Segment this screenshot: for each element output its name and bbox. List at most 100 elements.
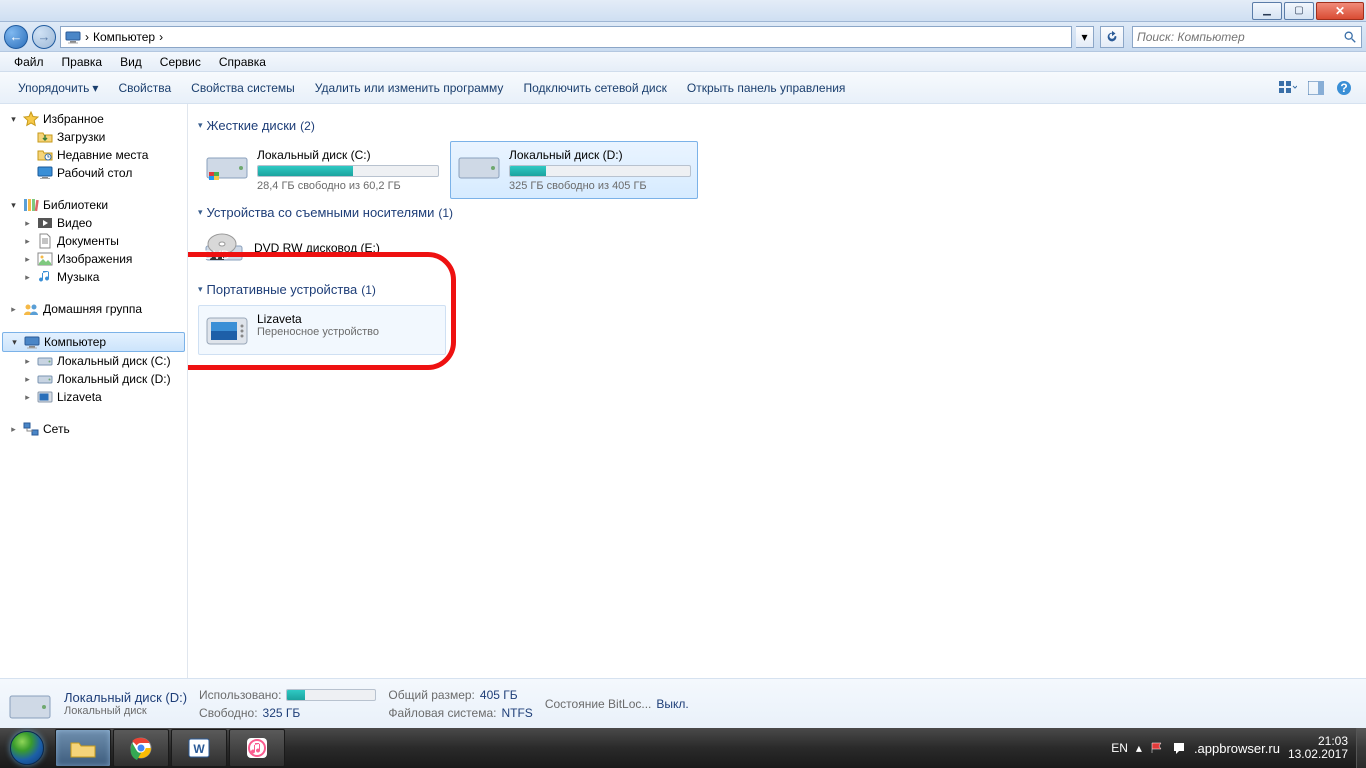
- sidebar-documents[interactable]: ▸Документы: [14, 232, 187, 250]
- maximize-button[interactable]: ▢: [1284, 2, 1314, 20]
- portable-device-icon: [37, 389, 53, 405]
- address-bar[interactable]: › Компьютер ›: [60, 26, 1072, 48]
- preview-pane-button[interactable]: [1302, 76, 1330, 100]
- portable-device-lizaveta[interactable]: Lizaveta Переносное устройство: [198, 305, 446, 355]
- breadcrumb-sep2: ›: [159, 30, 163, 44]
- taskbar: W EN ▴ .appbrowser.ru 21:03 13.02.2017: [0, 728, 1366, 768]
- menu-help[interactable]: Справка: [211, 53, 274, 71]
- star-icon: [23, 111, 39, 127]
- show-desktop-button[interactable]: [1356, 728, 1366, 768]
- sidebar: ▾ Избранное Загрузки Недавние места Рабо…: [0, 104, 188, 678]
- sidebar-music[interactable]: ▸Музыка: [14, 268, 187, 286]
- watermark-text: .appbrowser.ru: [1194, 741, 1280, 756]
- taskbar-word[interactable]: W: [171, 729, 227, 767]
- chevron-right-icon: ▸: [22, 218, 33, 229]
- capacity-bar: [257, 165, 439, 177]
- organize-button[interactable]: Упорядочить ▾: [8, 77, 108, 99]
- close-button[interactable]: ✕: [1316, 2, 1364, 20]
- sidebar-libraries[interactable]: ▾ Библиотеки: [0, 196, 187, 214]
- toolbar: Упорядочить ▾ Свойства Свойства системы …: [0, 72, 1366, 104]
- sidebar-desktop[interactable]: Рабочий стол: [14, 164, 187, 182]
- chevron-right-icon: ▸: [22, 272, 33, 283]
- svg-text:DVD: DVD: [204, 248, 230, 262]
- sidebar-downloads[interactable]: Загрузки: [14, 128, 187, 146]
- sidebar-local-d[interactable]: ▸Локальный диск (D:): [14, 370, 187, 388]
- chevron-right-icon: ▸: [22, 236, 33, 247]
- menu-file[interactable]: Файл: [6, 53, 52, 71]
- drive-c[interactable]: Локальный диск (C:) 28,4 ГБ свободно из …: [198, 141, 446, 199]
- minimize-button[interactable]: ▁: [1252, 2, 1282, 20]
- network-icon: [23, 421, 39, 437]
- menu-service[interactable]: Сервис: [152, 53, 209, 71]
- homegroup-icon: [23, 301, 39, 317]
- sidebar-pictures[interactable]: ▸Изображения: [14, 250, 187, 268]
- menu-view[interactable]: Вид: [112, 53, 150, 71]
- tray-language[interactable]: EN: [1111, 741, 1128, 755]
- dvd-icon: DVD: [204, 232, 244, 264]
- chevron-down-icon: ▾: [8, 114, 19, 125]
- documents-icon: [37, 233, 53, 249]
- sidebar-video[interactable]: ▸Видео: [14, 214, 187, 232]
- tray-flag-icon[interactable]: [1150, 741, 1164, 755]
- search-icon: [1343, 30, 1357, 44]
- forward-button[interactable]: →: [32, 25, 56, 49]
- breadcrumb-root[interactable]: Компьютер: [93, 30, 155, 44]
- sidebar-homegroup[interactable]: ▸ Домашняя группа: [0, 300, 187, 318]
- refresh-button[interactable]: [1100, 26, 1124, 48]
- drive-icon: [205, 148, 249, 184]
- properties-button[interactable]: Свойства: [108, 77, 181, 99]
- sidebar-item-label: Избранное: [43, 112, 104, 126]
- view-options-button[interactable]: [1274, 76, 1302, 100]
- tray-chevron-up-icon[interactable]: ▴: [1136, 741, 1142, 755]
- taskbar-explorer[interactable]: [55, 729, 111, 767]
- drive-icon: [457, 148, 501, 184]
- details-pane: Локальный диск (D:) Локальный диск Испол…: [0, 678, 1366, 728]
- menubar: Файл Правка Вид Сервис Справка: [0, 52, 1366, 72]
- menu-edit[interactable]: Правка: [54, 53, 111, 71]
- sidebar-lizaveta[interactable]: ▸Lizaveta: [14, 388, 187, 406]
- drive-icon: [37, 353, 53, 369]
- group-portable-header[interactable]: ▾ Портативные устройства (1): [198, 282, 1356, 297]
- help-button[interactable]: ?: [1330, 76, 1358, 100]
- svg-text:?: ?: [1340, 81, 1347, 95]
- computer-icon: [24, 334, 40, 350]
- address-dropdown[interactable]: ▾: [1076, 26, 1094, 48]
- search-input[interactable]: [1137, 30, 1343, 44]
- sidebar-computer[interactable]: ▾ Компьютер: [2, 332, 185, 352]
- control-panel-button[interactable]: Открыть панель управления: [677, 77, 856, 99]
- uninstall-button[interactable]: Удалить или изменить программу: [305, 77, 514, 99]
- portable-device-icon: [205, 312, 249, 348]
- group-hdd-header[interactable]: ▾ Жесткие диски (2): [198, 118, 1356, 133]
- desktop-icon: [37, 165, 53, 181]
- windows-orb-icon: [10, 731, 44, 765]
- breadcrumb-sep: ›: [85, 30, 89, 44]
- pictures-icon: [37, 251, 53, 267]
- dvd-drive[interactable]: DVD DVD RW дисковод (E:): [198, 228, 1356, 268]
- sidebar-local-c[interactable]: ▸Локальный диск (C:): [14, 352, 187, 370]
- chevron-right-icon: ▸: [22, 356, 33, 367]
- chevron-down-icon: ▾: [198, 284, 203, 295]
- tray-clock[interactable]: 21:03 13.02.2017: [1288, 735, 1348, 761]
- details-title: Локальный диск (D:): [64, 690, 187, 705]
- content-area: ▾ Жесткие диски (2) Локальный диск (C:) …: [188, 104, 1366, 678]
- details-subtitle: Локальный диск: [64, 705, 187, 717]
- libraries-icon: [23, 197, 39, 213]
- sidebar-network[interactable]: ▸ Сеть: [0, 420, 187, 438]
- system-properties-button[interactable]: Свойства системы: [181, 77, 305, 99]
- taskbar-chrome[interactable]: [113, 729, 169, 767]
- capacity-bar: [509, 165, 691, 177]
- sidebar-recent[interactable]: Недавние места: [14, 146, 187, 164]
- sidebar-favorites[interactable]: ▾ Избранное: [0, 110, 187, 128]
- group-removable-header[interactable]: ▾ Устройства со съемными носителями (1): [198, 205, 1356, 220]
- search-box[interactable]: [1132, 26, 1362, 48]
- svg-text:W: W: [193, 742, 205, 756]
- taskbar-itunes[interactable]: [229, 729, 285, 767]
- start-button[interactable]: [0, 728, 54, 768]
- chevron-right-icon: ▸: [22, 392, 33, 403]
- chevron-right-icon: ▸: [8, 304, 19, 315]
- back-button[interactable]: ←: [4, 25, 28, 49]
- tray-action-center-icon[interactable]: [1172, 741, 1186, 755]
- map-network-drive-button[interactable]: Подключить сетевой диск: [513, 77, 676, 99]
- drive-icon: [37, 371, 53, 387]
- drive-d[interactable]: Локальный диск (D:) 325 ГБ свободно из 4…: [450, 141, 698, 199]
